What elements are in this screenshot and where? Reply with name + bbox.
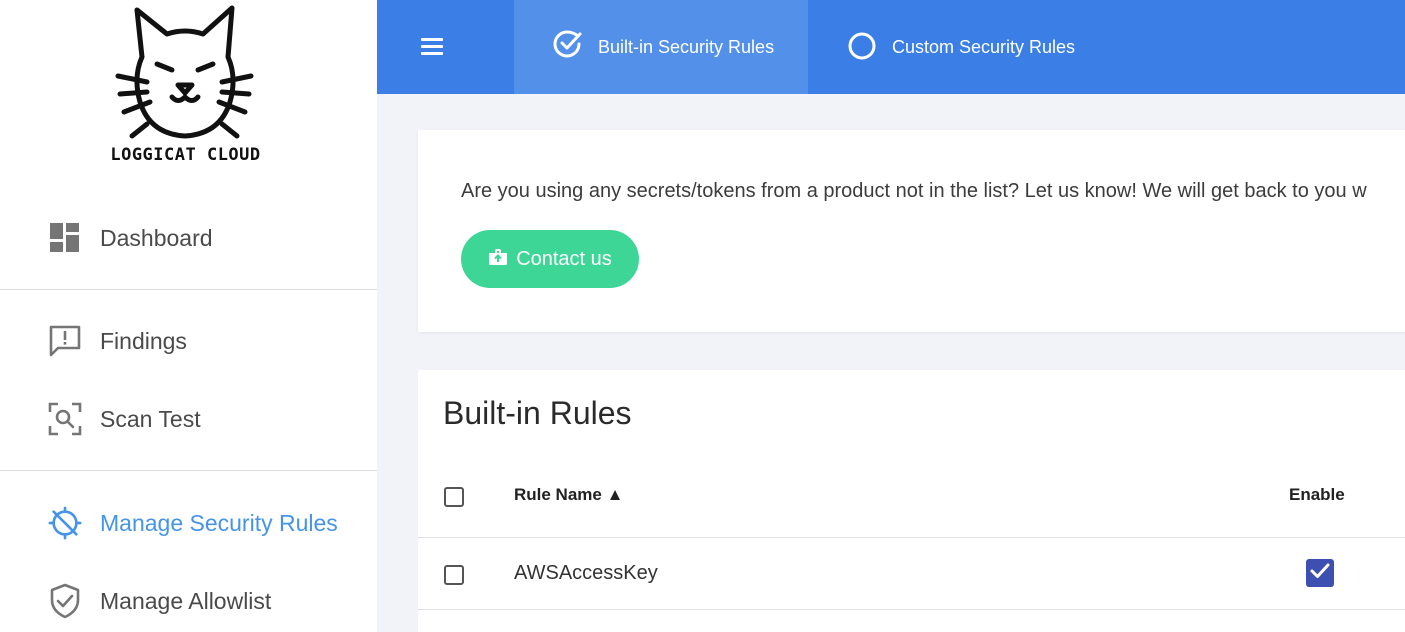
security-rules-icon <box>48 506 82 540</box>
contact-us-button[interactable]: Contact us <box>461 230 639 288</box>
tab-custom-security-rules[interactable]: Custom Security Rules <box>808 0 1108 94</box>
select-all-checkbox[interactable] <box>444 487 464 507</box>
enable-checkbox[interactable] <box>1306 559 1334 587</box>
sidebar-item-label: Manage Allowlist <box>100 587 272 614</box>
sidebar-item-manage-allowlist[interactable]: Manage Allowlist <box>0 571 377 631</box>
contact-us-label: Contact us <box>516 247 612 270</box>
sidebar-item-findings[interactable]: Findings <box>0 311 377 371</box>
info-message: Are you using any secrets/tokens from a … <box>461 180 1367 202</box>
sidebar: LOGGICAT CLOUD Dashboard Findings Scan T… <box>0 0 377 632</box>
table-divider <box>418 609 1405 610</box>
contact-upload-icon <box>488 248 508 271</box>
sidebar-item-label: Findings <box>100 327 187 354</box>
table-divider <box>418 537 1405 538</box>
hamburger-menu-icon[interactable] <box>417 32 447 62</box>
tab-built-in-security-rules[interactable]: Built-in Security Rules <box>514 0 808 94</box>
row-select-checkbox[interactable] <box>444 565 464 585</box>
findings-icon <box>48 324 82 358</box>
sidebar-divider <box>0 470 377 471</box>
tab-label: Built-in Security Rules <box>598 36 775 57</box>
checkmark-icon <box>1310 563 1330 584</box>
sidebar-divider <box>0 289 377 290</box>
sidebar-item-scan-test[interactable]: Scan Test <box>0 389 377 449</box>
top-bar: Built-in Security Rules Custom Security … <box>377 0 1405 94</box>
brand-logo[interactable]: LOGGICAT CLOUD <box>0 0 377 180</box>
rule-name-column-header[interactable]: Rule Name ▲ <box>514 485 623 505</box>
built-in-rules-card: Built-in Rules Rule Name ▲ Enable AWSAcc… <box>418 370 1405 632</box>
info-card: Are you using any secrets/tokens from a … <box>418 130 1405 332</box>
check-circle-icon <box>553 30 583 65</box>
rule-name-cell: AWSAccessKey <box>514 562 658 584</box>
brand-name: LOGGICAT CLOUD <box>110 145 261 165</box>
cat-logo-icon <box>115 5 254 139</box>
scan-icon <box>48 402 82 436</box>
sidebar-item-label: Dashboard <box>100 224 213 251</box>
enable-column-header: Enable <box>1289 485 1345 504</box>
sidebar-item-label: Scan Test <box>100 405 201 432</box>
sidebar-item-label: Manage Security Rules <box>100 509 338 536</box>
tab-label: Custom Security Rules <box>892 36 1076 57</box>
sidebar-item-dashboard[interactable]: Dashboard <box>0 208 377 268</box>
circle-outline-icon <box>847 32 877 67</box>
dashboard-icon <box>48 221 82 255</box>
rules-title: Built-in Rules <box>443 395 632 431</box>
shield-check-icon <box>48 583 82 619</box>
sidebar-item-manage-security-rules[interactable]: Manage Security Rules <box>0 493 377 553</box>
